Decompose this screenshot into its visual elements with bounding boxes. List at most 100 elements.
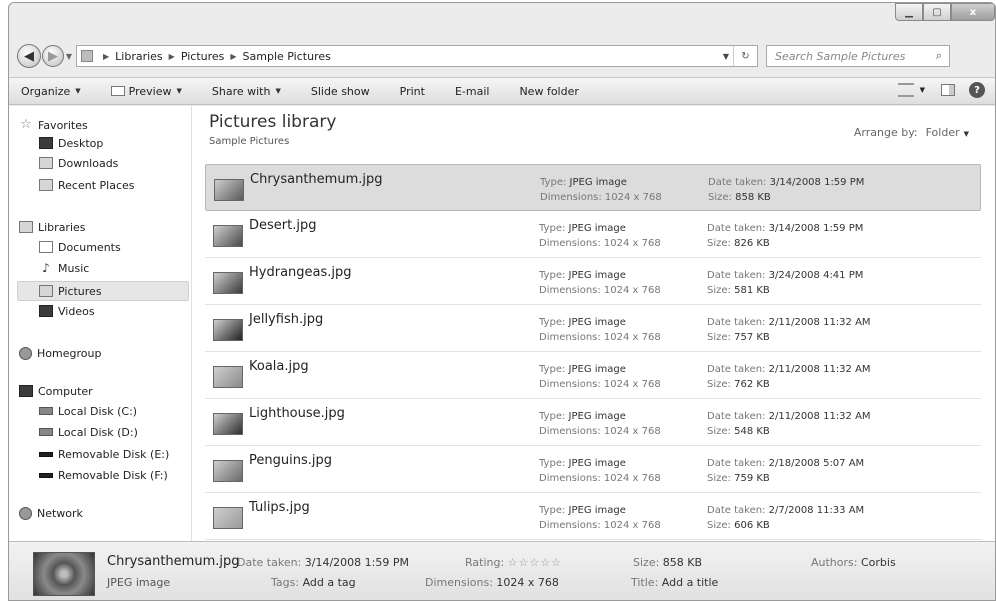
search-icon[interactable]: ⌕	[929, 49, 949, 63]
breadcrumb-separator-icon[interactable]: ▶	[230, 52, 236, 61]
email-button[interactable]: E-mail	[455, 85, 490, 98]
date-taken-label: Date taken:	[707, 317, 766, 328]
file-type-dimensions: Type: JPEG image Dimensions: 1024 x 768	[539, 503, 661, 533]
nav-network[interactable]: Network	[19, 504, 83, 522]
file-row[interactable]: Penguins.jpg Type: JPEG image Dimensions: …	[205, 446, 981, 493]
slide-show-button[interactable]: Slide show	[311, 85, 370, 98]
preview-icon	[110, 86, 125, 96]
tags-value[interactable]: Add a tag	[303, 576, 356, 589]
back-button[interactable]: ◀	[17, 44, 41, 68]
type-label: Type:	[540, 177, 567, 188]
nav-computer[interactable]: Computer	[19, 382, 93, 400]
search-placeholder: Search Sample Pictures	[775, 49, 906, 63]
nav-videos[interactable]: Videos	[39, 302, 95, 320]
file-dimensions: Dimensions: 1024 x 768	[539, 471, 661, 486]
breadcrumb-sample-pictures[interactable]: Sample Pictures	[243, 50, 331, 63]
file-date-taken: Date taken: 3/14/2008 1:59 PM	[707, 221, 863, 236]
date-taken-label: Date taken:	[707, 223, 766, 234]
nav-downloads[interactable]: Downloads	[39, 154, 118, 172]
preview-menu[interactable]: Preview ▼	[110, 85, 182, 98]
library-title: Pictures library	[209, 112, 337, 132]
file-size: Size: 606 KB	[707, 518, 864, 533]
nav-documents[interactable]: Documents	[39, 238, 121, 256]
nav-label: Downloads	[58, 156, 119, 170]
file-row[interactable]: Koala.jpg Type: JPEG image Dimensions: 102…	[205, 352, 981, 399]
file-list-pane: Pictures library Sample Pictures Arrange…	[193, 106, 995, 541]
nav-music[interactable]: ♪ Music	[39, 259, 89, 277]
recent-places-icon	[39, 179, 53, 191]
nav-label: Homegroup	[37, 346, 102, 360]
libraries-icon	[19, 221, 33, 233]
dimensions-value: 1024 x 768	[603, 520, 661, 531]
arrange-by[interactable]: Arrange by: Folder ▼	[854, 126, 969, 139]
nav-favorites[interactable]: ☆ Favorites	[19, 116, 88, 134]
file-date-taken: Date taken: 2/11/2008 11:32 AM	[707, 409, 871, 424]
date-taken-label: Date taken:	[707, 505, 766, 516]
breadcrumb-separator-icon[interactable]: ▶	[103, 52, 109, 61]
dimensions-value: 1024 x 768	[496, 576, 559, 589]
dimensions-label: Dimensions:	[540, 192, 602, 203]
size-value: 762 KB	[734, 379, 770, 390]
authors-value[interactable]: Corbis	[861, 556, 896, 569]
file-size: Size: 581 KB	[707, 283, 863, 298]
type-value: JPEG image	[568, 364, 626, 375]
nav-recent-places[interactable]: Recent Places	[39, 176, 135, 194]
address-bar[interactable]: ▶ Libraries ▶ Pictures ▶ Sample Pictures…	[76, 45, 758, 67]
file-row[interactable]: Chrysanthemum.jpg Type: JPEG image Dimensi…	[205, 164, 981, 211]
file-type: Type: JPEG image	[539, 268, 661, 283]
file-dimensions: Dimensions: 1024 x 768	[539, 424, 661, 439]
new-folder-button[interactable]: New folder	[519, 85, 578, 98]
address-history-dropdown-icon[interactable]: ▼	[719, 52, 733, 61]
close-button[interactable]: x	[951, 3, 995, 21]
refresh-button[interactable]: ↻	[733, 46, 757, 66]
back-arrow-icon: ◀	[24, 48, 34, 64]
minimize-button[interactable]: ▁	[895, 3, 923, 21]
chevron-down-icon[interactable]: ▼	[964, 130, 969, 138]
share-with-menu[interactable]: Share with ▼	[212, 85, 281, 98]
forward-button[interactable]: ▶	[42, 45, 64, 67]
file-row[interactable]: Hydrangeas.jpg Type: JPEG image Dimensions…	[205, 258, 981, 305]
breadcrumb-libraries[interactable]: Libraries	[115, 50, 163, 63]
maximize-button[interactable]: ▢	[923, 3, 951, 21]
dimensions-value: 1024 x 768	[603, 332, 661, 343]
library-folder-icon	[81, 50, 93, 62]
print-button[interactable]: Print	[400, 85, 425, 98]
file-size: Size: 757 KB	[707, 330, 871, 345]
date-taken-value[interactable]: 3/14/2008 1:59 PM	[305, 556, 409, 569]
nav-local-disk-d[interactable]: Local Disk (D:)	[39, 423, 138, 441]
title-value[interactable]: Add a title	[662, 576, 719, 589]
nav-local-disk-c[interactable]: Local Disk (C:)	[39, 402, 137, 420]
file-row[interactable]: Lighthouse.jpg Type: JPEG image Dimensions…	[205, 399, 981, 446]
search-input[interactable]: Search Sample Pictures ⌕	[766, 45, 950, 67]
selected-thumbnail	[33, 552, 95, 596]
nav-homegroup[interactable]: Homegroup	[19, 344, 101, 362]
details-type: JPEG image	[107, 576, 171, 589]
nav-desktop[interactable]: Desktop	[39, 134, 103, 152]
nav-removable-disk-e[interactable]: Removable Disk (E:)	[39, 445, 169, 463]
help-icon[interactable]: ?	[969, 82, 985, 98]
file-row[interactable]: Tulips.jpg Type: JPEG image Dimensions: 10…	[205, 493, 981, 540]
rating-stars-icon[interactable]: ☆☆☆☆☆	[508, 556, 562, 569]
nav-label: Libraries	[38, 220, 86, 234]
change-view-icon[interactable]	[897, 83, 914, 97]
file-dimensions: Dimensions: 1024 x 768	[539, 236, 661, 251]
nav-libraries[interactable]: Libraries	[19, 218, 86, 236]
recent-pages-dropdown[interactable]: ▼	[64, 52, 74, 61]
view-options-dropdown-icon[interactable]: ▼	[920, 86, 925, 94]
organize-menu[interactable]: Organize ▼	[21, 85, 81, 98]
file-row[interactable]: Desert.jpg Type: JPEG image Dimensions: 10…	[205, 211, 981, 258]
size-value: 548 KB	[734, 426, 770, 437]
nav-removable-disk-f[interactable]: Removable Disk (F:)	[39, 466, 168, 484]
file-type-dimensions: Type: JPEG image Dimensions: 1024 x 768	[539, 315, 661, 345]
breadcrumb-separator-icon[interactable]: ▶	[169, 52, 175, 61]
file-name: Chrysanthemum.jpg	[250, 172, 383, 187]
date-taken-value: 2/18/2008 5:07 AM	[768, 458, 865, 469]
arrange-by-value[interactable]: Folder	[926, 126, 960, 139]
breadcrumb-pictures[interactable]: Pictures	[181, 50, 225, 63]
preview-pane-toggle-icon[interactable]	[941, 84, 955, 96]
file-row[interactable]: Jellyfish.jpg Type: JPEG image Dimensions:…	[205, 305, 981, 352]
nav-pictures[interactable]: Pictures	[39, 282, 102, 300]
type-value: JPEG image	[568, 270, 626, 281]
size-label: Size:	[707, 379, 731, 390]
size-value: 858 KB	[662, 556, 703, 569]
